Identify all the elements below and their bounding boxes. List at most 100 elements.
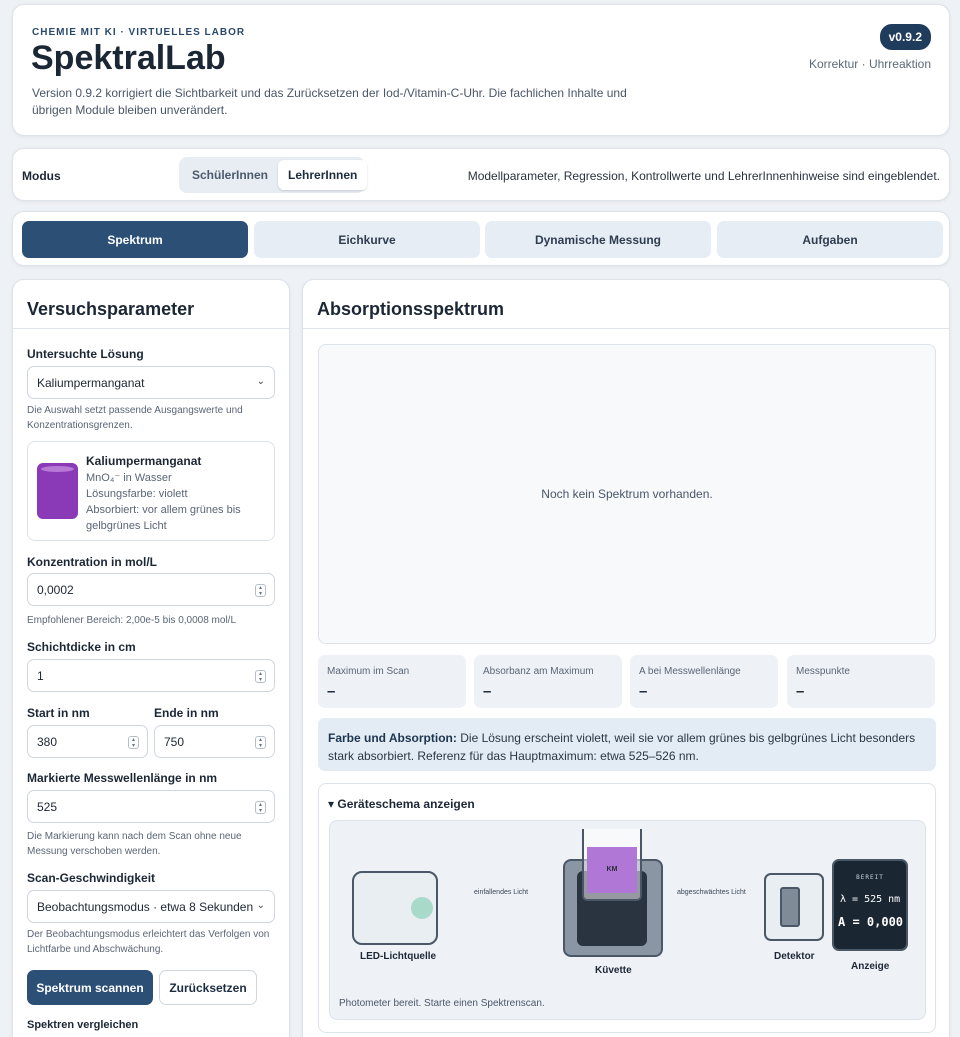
start-label: Start in nm <box>27 706 90 720</box>
stat-absorbance-max: Absorbanz am Maximum – <box>474 655 622 708</box>
parameters-title: Versuchsparameter <box>27 299 195 319</box>
speed-value: Beobachtungsmodus · etwa 8 Sekunden <box>37 899 254 914</box>
speed-hint: Der Beobachtungsmodus erleichtert das Ve… <box>27 929 270 955</box>
version-note: Korrektur · Uhrreaktion <box>808 57 931 71</box>
concentration-value: 0,0002 <box>37 582 74 597</box>
scan-button[interactable]: Spektrum scannen <box>27 970 153 1005</box>
concentration-input[interactable]: 0,0002 ▴ ▾ <box>27 573 275 606</box>
detector-caption: Detektor <box>774 951 815 962</box>
led-caption: LED-Lichtquelle <box>360 951 437 962</box>
stat-value: – <box>639 683 648 700</box>
solution-select-value: Kaliumpermanganat <box>37 375 145 390</box>
substance-color: Lösungsfarbe: violett <box>86 488 188 500</box>
led-dot <box>411 897 433 919</box>
mode-option-teachers[interactable]: LehrerInnen <box>278 160 368 190</box>
stat-label: Messpunkte <box>796 666 850 677</box>
app-description: Version 0.9.2 korrigiert die Sichtbarkei… <box>32 86 627 117</box>
stepper-icon[interactable]: ▴ ▾ <box>255 801 266 814</box>
divider <box>303 328 949 329</box>
solution-label: Untersuchte Lösung <box>27 347 144 361</box>
detector-icon <box>764 873 824 941</box>
substance-name: Kaliumpermanganat <box>86 454 202 468</box>
info-heading: Farbe und Absorption: <box>328 731 457 745</box>
stat-value: – <box>483 683 492 700</box>
mode-option-students[interactable]: SchülerInnen <box>182 160 278 190</box>
photometer-status: Photometer bereit. Starte einen Spektren… <box>339 998 545 1009</box>
wavelength-input[interactable]: 525 ▴ ▾ <box>27 790 275 823</box>
substance-formula: MnO₄⁻ in Wasser <box>86 472 172 484</box>
solution-hint: Die Auswahl setzt passende Ausgangswerte… <box>27 405 243 431</box>
start-input[interactable]: 380 ▴ ▾ <box>27 725 148 758</box>
end-input[interactable]: 750 ▴ ▾ <box>154 725 275 758</box>
chevron-down-icon: ⌄ <box>256 376 265 387</box>
display-panel: BEREIT λ = 525 nm A = 0,000 <box>832 859 908 951</box>
divider <box>13 328 289 329</box>
mode-label: Modus <box>22 169 61 183</box>
start-value: 380 <box>37 734 58 749</box>
stat-value: – <box>327 683 336 700</box>
chart-empty-message: Noch kein Spektrum vorhanden. <box>541 487 713 501</box>
attenuated-light-label: abgeschwächtes Licht <box>677 889 746 896</box>
tab-dynamische-messung[interactable]: Dynamische Messung <box>485 221 711 258</box>
cuvette-icon: KM <box>582 829 642 901</box>
vial-icon <box>37 463 78 519</box>
thickness-value: 1 <box>37 668 44 683</box>
cuvette-tag: KM <box>606 866 618 873</box>
solution-select[interactable]: Kaliumpermanganat ⌄ <box>27 366 275 399</box>
chevron-down-icon: ⌄ <box>256 900 265 911</box>
app-title: SpektralLab <box>31 39 226 77</box>
parameters-panel: Versuchsparameter Untersuchte Lösung Kal… <box>12 279 290 1037</box>
speed-label: Scan-Geschwindigkeit <box>27 871 156 885</box>
device-schema: LED-Lichtquelle einfallendes Licht KM Kü… <box>329 820 926 1020</box>
concentration-label: Konzentration in mol/L <box>27 555 157 569</box>
spectrum-chart: Noch kein Spektrum vorhanden. <box>318 344 936 644</box>
incoming-light-label: einfallendes Licht <box>474 889 529 896</box>
stepper-icon[interactable]: ▴ ▾ <box>128 736 139 749</box>
device-schema-details: ▾ Geräteschema anzeigen LED-Lichtquelle … <box>318 783 936 1033</box>
spectrum-title: Absorptionsspektrum <box>317 299 505 319</box>
app-header: CHEMIE MIT KI · VIRTUELLES LABOR Spektra… <box>12 4 950 136</box>
speed-select[interactable]: Beobachtungsmodus · etwa 8 Sekunden ⌄ <box>27 890 275 923</box>
stat-label: A bei Messwellenlänge <box>639 666 741 677</box>
schema-toggle[interactable]: ▾ Geräteschema anzeigen <box>328 797 475 811</box>
stat-points: Messpunkte – <box>787 655 935 708</box>
end-value: 750 <box>164 734 185 749</box>
wavelength-value: 525 <box>37 799 58 814</box>
reset-button[interactable]: Zurücksetzen <box>159 970 257 1005</box>
end-label: Ende in nm <box>154 706 219 720</box>
header-eyebrow: CHEMIE MIT KI · VIRTUELLES LABOR <box>32 27 246 38</box>
tab-eichkurve[interactable]: Eichkurve <box>254 221 480 258</box>
thickness-label: Schichtdicke in cm <box>27 640 136 654</box>
compare-label: Spektren vergleichen <box>27 1019 139 1031</box>
substance-card: Kaliumpermanganat MnO₄⁻ in Wasser Lösung… <box>27 441 275 541</box>
display-absorbance: A = 0,000 <box>838 915 904 929</box>
display-wavelength: λ = 525 nm <box>840 894 901 905</box>
stat-label: Absorbanz am Maximum <box>483 666 594 677</box>
tab-spektrum[interactable]: Spektrum <box>22 221 248 258</box>
color-info-box: Farbe und Absorption: Die Lösung erschei… <box>318 718 936 771</box>
stat-label: Maximum im Scan <box>327 666 410 677</box>
mode-note: Modellparameter, Regression, Kontrollwer… <box>467 169 940 183</box>
detector-cell <box>780 887 800 927</box>
thickness-input[interactable]: 1 ▴ ▾ <box>27 659 275 692</box>
spectrum-panel: Absorptionsspektrum Noch kein Spektrum v… <box>302 279 950 1037</box>
wavelength-hint: Die Markierung kann nach dem Scan ohne n… <box>27 831 242 857</box>
stat-maximum: Maximum im Scan – <box>318 655 466 708</box>
stepper-icon[interactable]: ▴ ▾ <box>255 670 266 683</box>
stepper-icon[interactable]: ▴ ▾ <box>255 584 266 597</box>
stat-value: – <box>796 683 805 700</box>
display-status: BEREIT <box>856 874 884 881</box>
concentration-hint: Empfohlener Bereich: 2,00e-5 bis 0,0008 … <box>27 615 237 626</box>
mode-toggle: SchülerInnen LehrerInnen <box>179 157 368 193</box>
wavelength-label: Markierte Messwellenlänge in nm <box>27 771 218 785</box>
display-caption: Anzeige <box>851 961 890 972</box>
substance-absorbs: Absorbiert: vor allem grünes bis gelbgrü… <box>86 504 241 532</box>
mode-bar: Modus SchülerInnen LehrerInnen Modellpar… <box>12 148 950 201</box>
stat-absorbance-wavelength: A bei Messwellenlänge – <box>630 655 778 708</box>
led-light-source-icon <box>352 871 438 945</box>
tab-aufgaben[interactable]: Aufgaben <box>717 221 943 258</box>
version-badge: v0.9.2 <box>879 24 931 50</box>
stepper-icon[interactable]: ▴ ▾ <box>255 736 266 749</box>
tab-bar: Spektrum Eichkurve Dynamische Messung Au… <box>12 211 950 266</box>
cuvette-caption: Küvette <box>595 965 632 976</box>
